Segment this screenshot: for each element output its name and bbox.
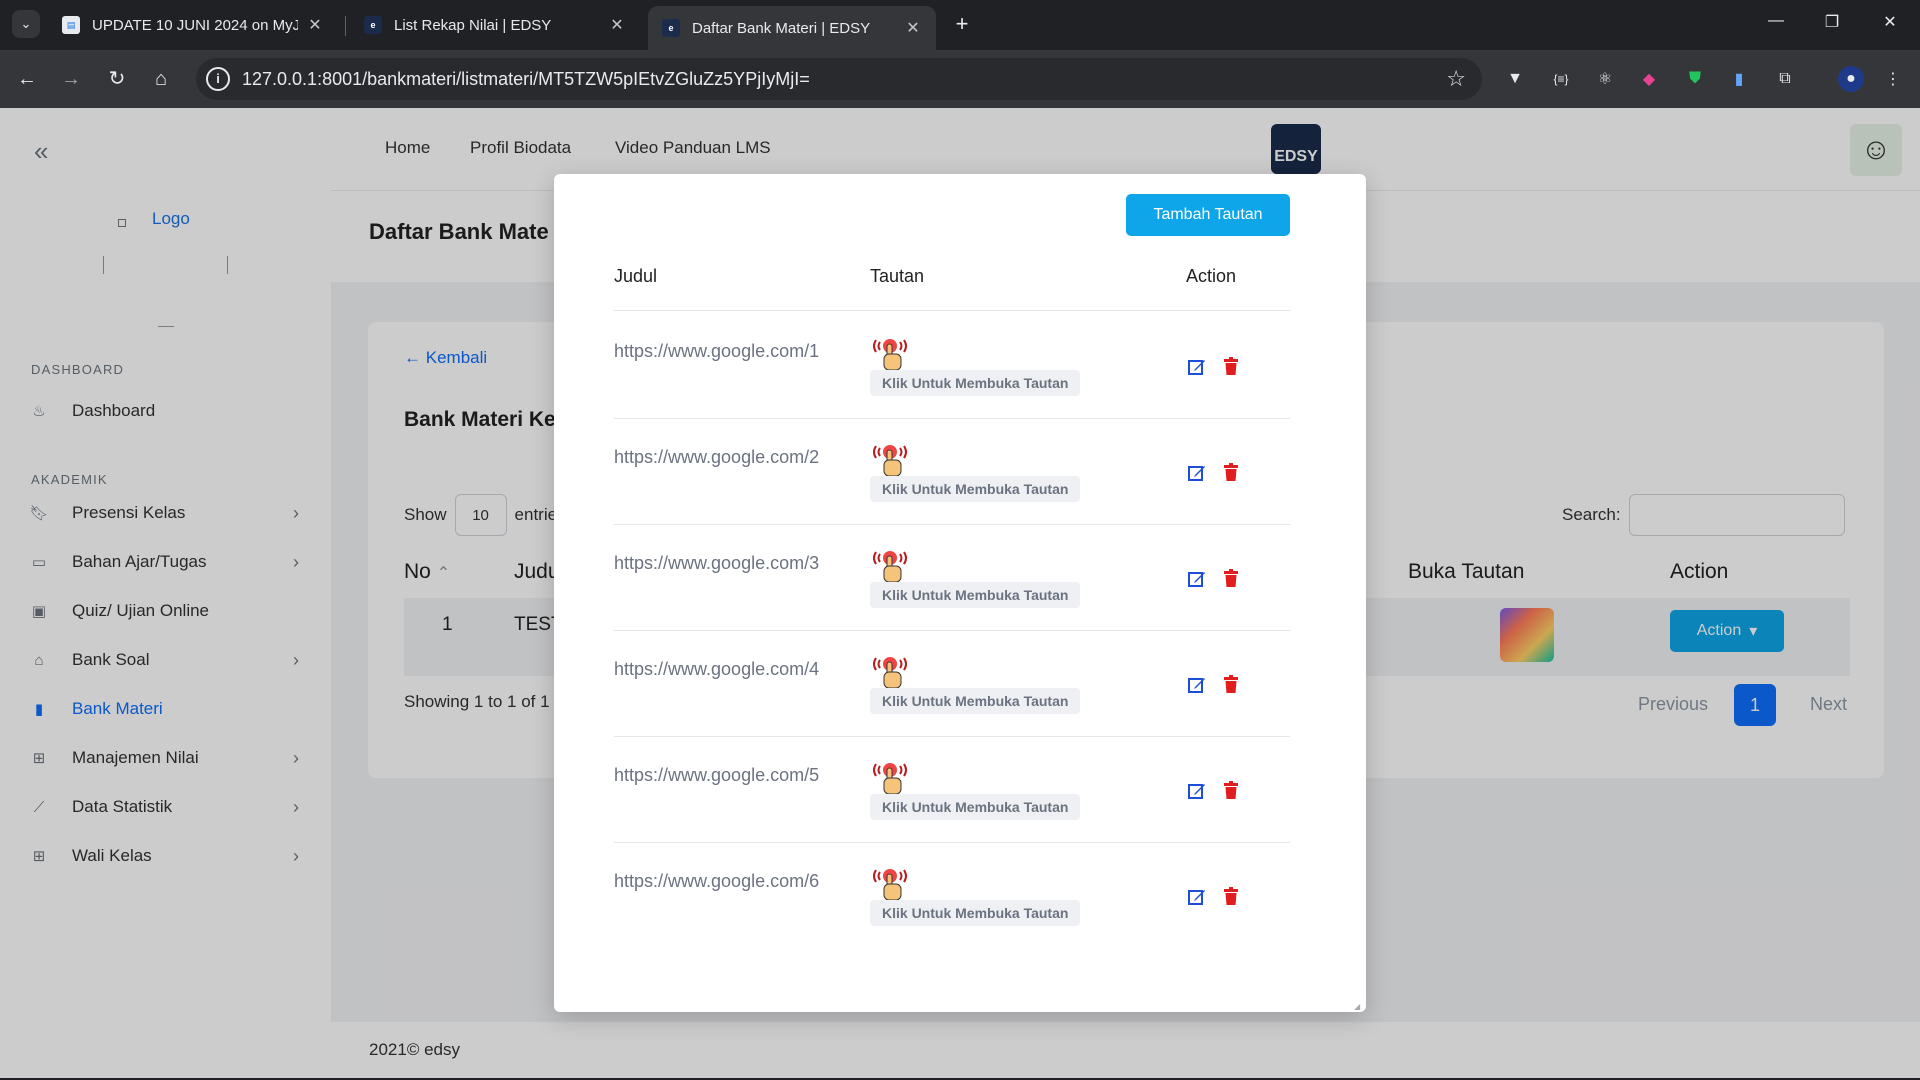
tab-separator <box>345 16 346 36</box>
row-divider <box>614 524 1290 525</box>
bookmark-star-icon[interactable]: ☆ <box>1446 66 1466 92</box>
back-arrow-icon[interactable]: ← <box>14 66 40 92</box>
trash-icon[interactable] <box>1224 781 1238 799</box>
browser-tab-2[interactable]: e List Rekap Nilai | EDSY ✕ <box>350 6 640 44</box>
page-favicon-icon: ▤ <box>62 16 80 34</box>
close-window-icon[interactable]: ✕ <box>1878 12 1902 32</box>
react-extension-icon[interactable]: ⚛ <box>1592 66 1618 92</box>
extensions-puzzle-icon[interactable]: ⧉ <box>1772 66 1798 92</box>
open-link-badge[interactable]: Klik Untuk Membuka Tautan <box>870 476 1081 502</box>
browser-toolbar: ← → ↻ ⌂ i 127.0.0.1:8001/bankmateri/list… <box>0 50 1920 108</box>
browser-tab-3-active[interactable]: e Daftar Bank Materi | EDSY ✕ <box>648 6 936 50</box>
modal-row: https://www.google.com/5 Klik Untuk Memb… <box>614 736 1290 842</box>
vuejs-extension-icon[interactable]: ▼ <box>1502 66 1528 92</box>
address-bar[interactable]: i 127.0.0.1:8001/bankmateri/listmateri/M… <box>196 58 1482 100</box>
open-link-badge[interactable]: Klik Untuk Membuka Tautan <box>870 794 1081 820</box>
modal-row-url: https://www.google.com/6 <box>614 871 820 891</box>
tab-title: List Rekap Nilai | EDSY <box>394 16 552 34</box>
tap-link-icon[interactable] <box>870 758 910 796</box>
resize-grip-icon: ◢ <box>1354 1002 1361 1011</box>
open-link-badge[interactable]: Klik Untuk Membuka Tautan <box>870 582 1081 608</box>
tambah-tautan-button[interactable]: Tambah Tautan <box>1126 194 1290 236</box>
edit-icon[interactable] <box>1188 782 1206 800</box>
tautan-modal: Tambah Tautan Judul Tautan Action https:… <box>554 174 1366 1012</box>
tab-title: UPDATE 10 JUNI 2024 on MyJo <box>92 16 298 34</box>
row-divider <box>614 736 1290 737</box>
modal-row-url: https://www.google.com/1 <box>614 341 820 361</box>
url-text[interactable]: 127.0.0.1:8001/bankmateri/listmateri/MT5… <box>242 69 810 90</box>
tab-title: Daftar Bank Materi | EDSY <box>692 19 871 37</box>
restore-icon[interactable]: ❐ <box>1820 12 1844 32</box>
modal-column-tautan: Tautan <box>870 266 925 286</box>
modal-column-judul: Judul <box>614 266 658 286</box>
close-tab-icon[interactable]: ✕ <box>306 15 324 35</box>
modal-row: https://www.google.com/6 Klik Untuk Memb… <box>614 842 1290 948</box>
edit-icon[interactable] <box>1188 570 1206 588</box>
shield-extension-icon[interactable]: ⛊ <box>1682 66 1708 92</box>
tap-link-icon[interactable] <box>870 864 910 902</box>
tap-link-icon[interactable] <box>870 652 910 690</box>
trash-icon[interactable] <box>1224 463 1238 481</box>
open-link-badge[interactable]: Klik Untuk Membuka Tautan <box>870 370 1081 396</box>
trash-icon[interactable] <box>1224 357 1238 375</box>
trash-icon[interactable] <box>1224 675 1238 693</box>
browser-tab-bar: ⌄ ▤ UPDATE 10 JUNI 2024 on MyJo ✕ e List… <box>0 0 1920 50</box>
modal-row-url: https://www.google.com/4 <box>614 659 820 679</box>
edsy-favicon-icon: e <box>662 19 680 37</box>
modal-row: https://www.google.com/2 Klik Untuk Memb… <box>614 418 1290 524</box>
open-link-badge[interactable]: Klik Untuk Membuka Tautan <box>870 900 1081 926</box>
tap-link-icon[interactable] <box>870 440 910 478</box>
reload-icon[interactable]: ↻ <box>104 66 130 92</box>
modal-row-url: https://www.google.com/2 <box>614 447 820 467</box>
edit-icon[interactable] <box>1188 888 1206 906</box>
edit-icon[interactable] <box>1188 676 1206 694</box>
edsy-favicon-icon: e <box>364 16 382 34</box>
tap-link-icon[interactable] <box>870 546 910 584</box>
forward-arrow-icon[interactable]: → <box>58 66 84 92</box>
browser-tab-1[interactable]: ▤ UPDATE 10 JUNI 2024 on MyJo ✕ <box>48 6 338 44</box>
modal-row: https://www.google.com/3 Klik Untuk Memb… <box>614 524 1290 630</box>
tab-search-button[interactable]: ⌄ <box>12 10 40 38</box>
close-tab-icon[interactable]: ✕ <box>608 15 626 35</box>
trash-icon[interactable] <box>1224 569 1238 587</box>
modal-row-url: https://www.google.com/5 <box>614 765 820 785</box>
new-tab-icon[interactable]: + <box>950 12 974 36</box>
modal-column-action: Action <box>1186 266 1237 286</box>
edit-icon[interactable] <box>1188 464 1206 482</box>
row-divider <box>614 418 1290 419</box>
docs-extension-icon[interactable]: ▮ <box>1726 66 1752 92</box>
code-extension-icon[interactable]: {≡} <box>1548 66 1574 92</box>
browser-menu-icon[interactable]: ⋮ <box>1880 66 1906 92</box>
minimize-icon[interactable]: — <box>1764 12 1788 30</box>
trash-icon[interactable] <box>1224 887 1238 905</box>
row-divider <box>614 842 1290 843</box>
home-icon[interactable]: ⌂ <box>148 66 174 92</box>
site-info-icon[interactable]: i <box>206 67 230 91</box>
color-extension-icon[interactable]: ◆ <box>1636 66 1662 92</box>
close-tab-icon[interactable]: ✕ <box>904 18 922 38</box>
modal-row-url: https://www.google.com/3 <box>614 553 820 573</box>
modal-row: https://www.google.com/1 Klik Untuk Memb… <box>614 312 1290 418</box>
profile-avatar-icon[interactable]: ● <box>1838 66 1864 92</box>
edit-icon[interactable] <box>1188 358 1206 376</box>
open-link-badge[interactable]: Klik Untuk Membuka Tautan <box>870 688 1081 714</box>
tap-link-icon[interactable] <box>870 334 910 372</box>
row-divider <box>614 630 1290 631</box>
app-viewport: « Logo DASHBOARD ♨ Dashboard AKADEMIK 🔖︎… <box>0 108 1920 1078</box>
modal-row: https://www.google.com/4 Klik Untuk Memb… <box>614 630 1290 736</box>
row-divider <box>614 310 1290 311</box>
